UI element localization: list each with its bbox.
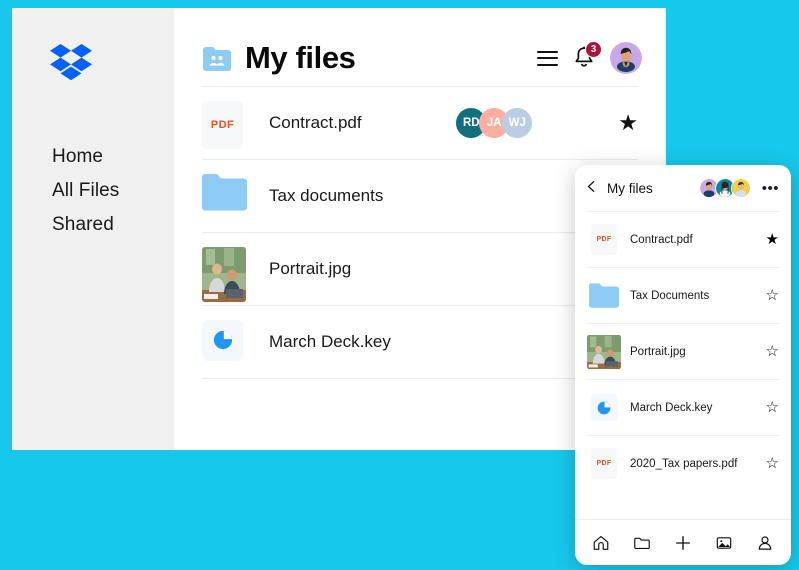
sidebar-item-all-files[interactable]: All Files	[12, 174, 174, 208]
pdf-label: PDF	[596, 236, 612, 243]
table-row[interactable]: PDF Contract.pdf RD JA WJ ★	[202, 86, 638, 159]
tab-home[interactable]	[588, 530, 614, 556]
photo-thumbnail-icon	[202, 246, 247, 302]
pdf-file-icon: PDF	[587, 224, 621, 255]
avatar-image	[610, 42, 642, 74]
hamburger-menu-icon[interactable]	[537, 50, 558, 66]
person-icon	[758, 535, 771, 550]
list-bottom-divider	[202, 378, 638, 379]
panel-file-list: PDF Contract.pdf ★ Tax Documents ☆ Portr…	[575, 211, 791, 519]
dropbox-logo[interactable]	[50, 44, 92, 82]
table-row[interactable]: March Deck.key	[202, 305, 638, 378]
star-icon[interactable]: ☆	[766, 288, 779, 303]
pdf-label: PDF	[210, 118, 235, 131]
tab-photos[interactable]	[711, 530, 737, 556]
tab-account[interactable]	[752, 530, 778, 556]
file-name: Contract.pdf	[630, 233, 693, 246]
plus-icon	[676, 535, 690, 550]
file-name: Portrait.jpg	[630, 345, 686, 358]
panel-avatar-3[interactable]	[730, 177, 752, 199]
page-title: My files	[245, 40, 356, 75]
pdf-file-icon: PDF	[202, 100, 247, 149]
photo-thumbnail-glyph	[587, 334, 621, 369]
breadcrumb: My files	[607, 180, 653, 196]
header-actions: 3	[537, 41, 642, 74]
photo-thumbnail-glyph	[202, 246, 246, 302]
sidebar-item-label: Home	[52, 146, 104, 167]
file-name: 2020_Tax papers.pdf	[630, 457, 738, 470]
file-name: Portrait.jpg	[269, 259, 352, 278]
file-name: Contract.pdf	[269, 113, 362, 132]
notification-bell-icon[interactable]: 3	[573, 41, 602, 70]
panel-avatar-stack[interactable]	[698, 177, 752, 199]
keynote-chart-icon	[587, 394, 621, 421]
more-horizontal-icon[interactable]: •••	[762, 181, 779, 196]
file-name: Tax Documents	[630, 289, 710, 302]
avatar[interactable]: WJ	[502, 108, 533, 138]
mobile-panel: My files ••• PDF Contract.pdf ★ Tax Docu…	[575, 165, 791, 565]
photo-icon	[716, 536, 732, 549]
chevron-left-glyph	[587, 181, 595, 192]
file-name: March Deck.key	[630, 401, 713, 414]
chevron-left-icon[interactable]	[587, 178, 601, 198]
sidebar-item-home[interactable]: Home	[12, 140, 174, 174]
list-item[interactable]: PDF Contract.pdf ★	[587, 211, 779, 267]
panel-tab-bar	[575, 519, 791, 565]
folder-icon	[634, 537, 650, 549]
folder-glyph	[589, 283, 619, 308]
sidebar-item-shared[interactable]: Shared	[12, 208, 174, 242]
file-name: Tax documents	[269, 186, 384, 205]
pie-chart-glyph	[213, 330, 232, 350]
star-icon[interactable]: ★	[766, 232, 779, 247]
sidebar-item-label: All Files	[52, 180, 120, 201]
pie-chart-glyph	[597, 401, 611, 414]
home-icon	[594, 535, 609, 550]
sidebar: Home All Files Shared	[12, 8, 174, 450]
user-avatar[interactable]	[610, 42, 642, 74]
shared-folder-icon	[203, 46, 231, 71]
avatar-image	[731, 178, 750, 197]
notification-badge: 3	[585, 41, 602, 58]
desktop-window: Home All Files Shared My files 3 PDF Con…	[12, 8, 666, 450]
list-item[interactable]: Tax Documents ☆	[587, 267, 779, 323]
table-row[interactable]: Portrait.jpg	[202, 232, 638, 305]
panel-header: My files •••	[575, 165, 791, 211]
status-badge-star[interactable]: ★	[618, 112, 638, 134]
star-icon[interactable]: ☆	[766, 344, 779, 359]
folder-icon	[202, 173, 247, 219]
tab-files[interactable]	[629, 530, 655, 556]
content-header: My files 3	[174, 8, 666, 86]
list-item[interactable]: PDF 2020_Tax papers.pdf ☆	[587, 435, 779, 491]
star-icon[interactable]: ☆	[766, 456, 779, 471]
shared-avatar-stack[interactable]: RD JA WJ	[456, 108, 533, 138]
pdf-label: PDF	[596, 460, 612, 467]
list-item[interactable]: March Deck.key ☆	[587, 379, 779, 435]
sidebar-item-label: Shared	[52, 214, 114, 235]
star-icon[interactable]: ☆	[766, 400, 779, 415]
tab-create[interactable]	[670, 530, 696, 556]
row-actions: RD JA WJ ★	[456, 108, 638, 138]
list-item[interactable]: Portrait.jpg ☆	[587, 323, 779, 379]
keynote-chart-icon	[202, 319, 247, 365]
file-name: March Deck.key	[269, 332, 391, 351]
folder-glyph	[202, 173, 247, 210]
table-row[interactable]: Tax documents	[202, 159, 638, 232]
folder-icon	[587, 283, 621, 308]
pdf-file-icon: PDF	[587, 448, 621, 479]
photo-thumbnail-icon	[587, 334, 621, 370]
